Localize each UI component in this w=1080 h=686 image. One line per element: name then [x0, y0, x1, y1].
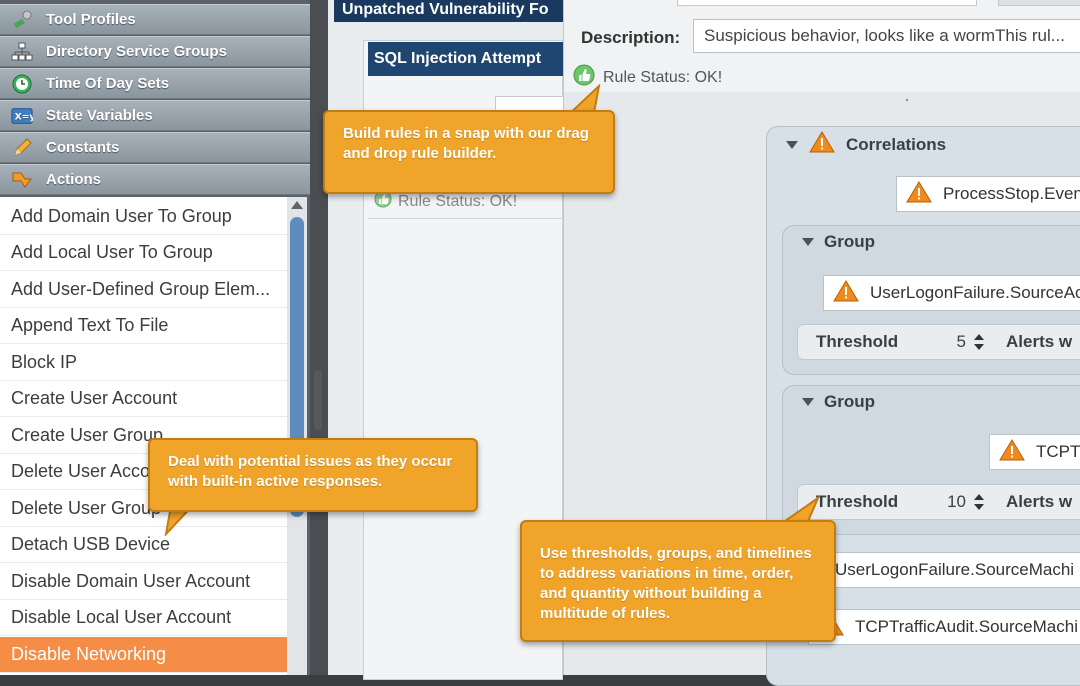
- alert-process-stop[interactable]: ProcessStop.Even: [896, 176, 1080, 212]
- threshold-label: Threshold: [816, 332, 899, 351]
- scroll-up-arrow-icon[interactable]: [291, 201, 303, 209]
- threshold-stepper-icon[interactable]: [974, 494, 984, 510]
- directory-groups-icon: [11, 41, 33, 63]
- alert-label: UserLogonFailure.SourceAc: [870, 283, 1080, 302]
- tool-profiles-icon: [11, 9, 33, 31]
- pencil-icon: [11, 137, 33, 159]
- list-item-selected[interactable]: Disable Networking: [0, 637, 287, 673]
- panel-divider[interactable]: [310, 0, 328, 675]
- warning-icon: [832, 279, 860, 308]
- state-variables-icon: X=y: [11, 105, 33, 127]
- alert-user-logon-failure-machine[interactable]: UserLogonFailure.SourceMachi: [826, 552, 1080, 588]
- correlations-label: Correlations: [846, 134, 947, 154]
- svg-text:X=y: X=y: [15, 111, 33, 122]
- rule-status-text: Rule Status: OK!: [603, 68, 723, 86]
- category-constants[interactable]: Constants: [0, 132, 310, 163]
- category-tool-profiles[interactable]: Tool Profiles: [0, 4, 310, 35]
- callout-rule-builder: Build rules in a snap with our drag and …: [323, 110, 615, 194]
- alert-user-logon-failure[interactable]: UserLogonFailure.SourceAc: [823, 275, 1080, 311]
- category-label: Tool Profiles: [46, 11, 136, 28]
- list-item[interactable]: Add User-Defined Group Elem...: [0, 272, 287, 308]
- separator: [368, 218, 564, 219]
- alert-label: TCPTrafficAudit.SourceMachi: [855, 617, 1078, 636]
- alert-label: UserLogonFailure.SourceMachi: [835, 560, 1075, 579]
- list-item[interactable]: Disable Local User Account: [0, 600, 287, 636]
- rule-name-input[interactable]: [677, 0, 977, 6]
- correlations-header[interactable]: Correlations: [786, 130, 946, 159]
- threshold-label: Threshold: [816, 492, 899, 511]
- threshold-row-2: Threshold 10 Alerts w: [797, 484, 1080, 520]
- collapse-arrow-icon[interactable]: [802, 238, 814, 246]
- list-item[interactable]: Detach USB Device: [0, 527, 287, 563]
- description-label: Description:: [581, 28, 681, 47]
- list-item[interactable]: Append Text To File: [0, 308, 287, 344]
- category-label: Constants: [46, 139, 120, 156]
- category-actions[interactable]: Actions: [0, 164, 310, 195]
- threshold-stepper-icon[interactable]: [974, 334, 984, 350]
- alert-tcp-traffic[interactable]: TCPTr: [989, 434, 1080, 470]
- alert-label: ProcessStop.Even: [943, 184, 1080, 203]
- category-time-of-day-sets[interactable]: Time Of Day Sets: [0, 68, 310, 99]
- rule-status-text: Rule Status: OK!: [398, 192, 518, 210]
- threshold-value[interactable]: 10: [936, 492, 966, 512]
- alerts-within-label: Alerts w: [1006, 492, 1073, 511]
- canvas-dot: [906, 99, 908, 101]
- actions-icon: [11, 169, 33, 191]
- category-label: State Variables: [46, 107, 153, 124]
- threshold-value[interactable]: 5: [936, 332, 966, 352]
- threshold-row-1: Threshold 5 Alerts w: [797, 324, 1080, 360]
- warning-icon: [905, 180, 933, 209]
- actions-list: Add Domain User To Group Add Local User …: [0, 197, 287, 675]
- description-field[interactable]: Suspicious behavior, looks like a wormTh…: [693, 19, 1080, 53]
- top-right-button[interactable]: [998, 0, 1080, 6]
- alert-label: TCPTr: [1036, 442, 1080, 461]
- callout-thresholds: Use thresholds, groups, and timelines to…: [520, 520, 836, 642]
- divider-grip[interactable]: [314, 370, 322, 430]
- alert-tcp-traffic-audit[interactable]: TCPTrafficAudit.SourceMachi: [808, 609, 1080, 645]
- group-1-header[interactable]: Group: [802, 232, 875, 252]
- alerts-within-label: Alerts w: [1006, 332, 1073, 351]
- clock-icon: [11, 73, 33, 95]
- list-item[interactable]: Block IP: [0, 345, 287, 381]
- category-label: Actions: [46, 171, 102, 188]
- tab-sql-injection[interactable]: SQL Injection Attempt: [368, 42, 564, 76]
- collapse-arrow-icon[interactable]: [786, 140, 798, 149]
- category-label: Time Of Day Sets: [46, 75, 170, 92]
- category-directory-service-groups[interactable]: Directory Service Groups: [0, 36, 310, 67]
- list-item[interactable]: Disable Domain User Account: [0, 564, 287, 600]
- category-state-variables[interactable]: X=y State Variables: [0, 100, 310, 131]
- callout-active-responses: Deal with potential issues as they occur…: [148, 438, 478, 512]
- warning-icon: [998, 438, 1026, 467]
- group-2-header[interactable]: Group: [802, 392, 875, 412]
- group-label: Group: [824, 232, 875, 251]
- sidebar: Tool Profiles Directory Service Groups T…: [0, 0, 310, 675]
- list-item[interactable]: Add Domain User To Group: [0, 199, 287, 235]
- list-item[interactable]: Create User Account: [0, 381, 287, 417]
- tab-unpatched-vulnerability[interactable]: Unpatched Vulnerability Fo: [334, 0, 564, 22]
- list-item[interactable]: Add Local User To Group: [0, 235, 287, 271]
- actions-scrollbar[interactable]: [287, 197, 307, 675]
- warning-icon: [808, 130, 836, 159]
- collapse-arrow-icon[interactable]: [802, 398, 814, 406]
- group-label: Group: [824, 392, 875, 411]
- category-label: Directory Service Groups: [46, 43, 227, 60]
